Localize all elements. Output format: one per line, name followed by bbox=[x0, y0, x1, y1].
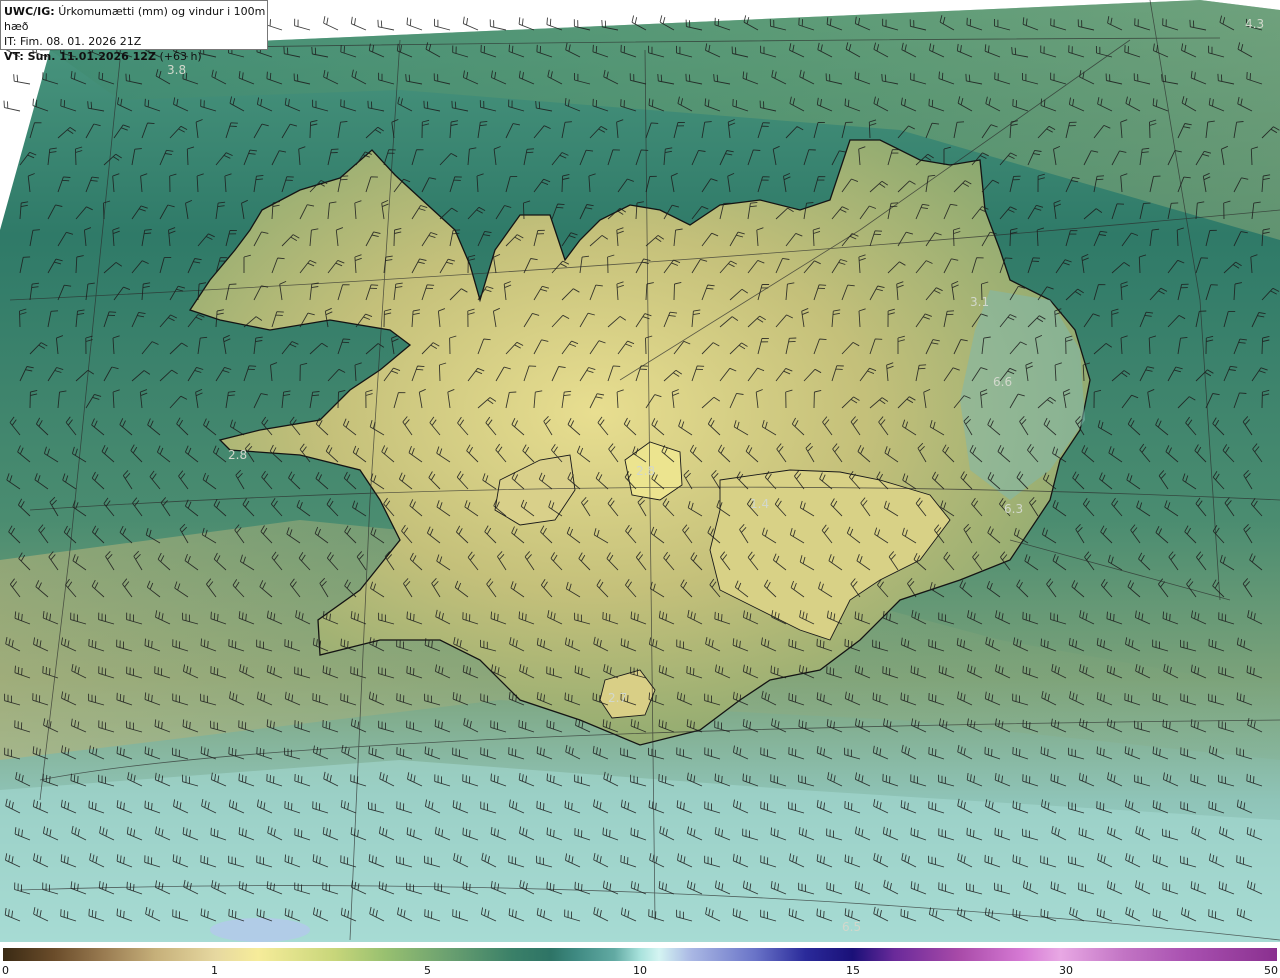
colorbar-tick: 30 bbox=[1059, 964, 1073, 977]
product-code: UWC/IG: bbox=[4, 5, 55, 18]
value-label-west: 2.8 bbox=[228, 448, 247, 462]
value-label-east: 3.1 bbox=[970, 295, 989, 309]
value-label-south: 2.7 bbox=[608, 691, 627, 705]
lead-time: (+63 h) bbox=[159, 50, 202, 63]
value-label-central: 2.8 bbox=[636, 464, 655, 478]
colorbar-tick: 0 bbox=[2, 964, 9, 977]
colorbar-tick: 10 bbox=[633, 964, 647, 977]
value-label-ne: 4.3 bbox=[1245, 17, 1264, 31]
colorbar-tick: 50 bbox=[1264, 964, 1278, 977]
weather-map-viewer: 3.8 4.3 3.1 6.6 2.8 2.8 1.4 6.3 2.7 6.5 … bbox=[0, 0, 1280, 978]
colorbar-tick: 15 bbox=[846, 964, 860, 977]
precipitable-water-map: 3.8 4.3 3.1 6.6 2.8 2.8 1.4 6.3 2.7 6.5 bbox=[0, 0, 1280, 948]
valid-time: VT: Sun. 11.01.2026 12Z bbox=[4, 50, 156, 63]
value-label-nw: 3.8 bbox=[167, 63, 186, 77]
init-time: IT: Fim. 08. 01. 2026 21Z bbox=[4, 35, 142, 48]
value-label-ocean-south: 6.5 bbox=[842, 920, 861, 934]
colorbar-tick: 1 bbox=[211, 964, 218, 977]
colorbar: 0 1 5 10 15 30 50 bbox=[0, 948, 1280, 978]
title-line: UWC/IG: Úrkomumætti (mm) og vindur i 100… bbox=[4, 4, 267, 34]
valid-time-line: VT: Sun. 11.01.2026 12Z (+63 h) bbox=[4, 49, 267, 64]
value-label-vatnajokull: 1.4 bbox=[750, 497, 769, 511]
value-label-southeast: 6.3 bbox=[1004, 502, 1023, 516]
map-title-box: UWC/IG: Úrkomumætti (mm) og vindur i 100… bbox=[0, 0, 268, 63]
colorbar-tick: 5 bbox=[424, 964, 431, 977]
value-label-eastfjords: 6.6 bbox=[993, 375, 1012, 389]
colorbar-gradient bbox=[3, 948, 1277, 961]
